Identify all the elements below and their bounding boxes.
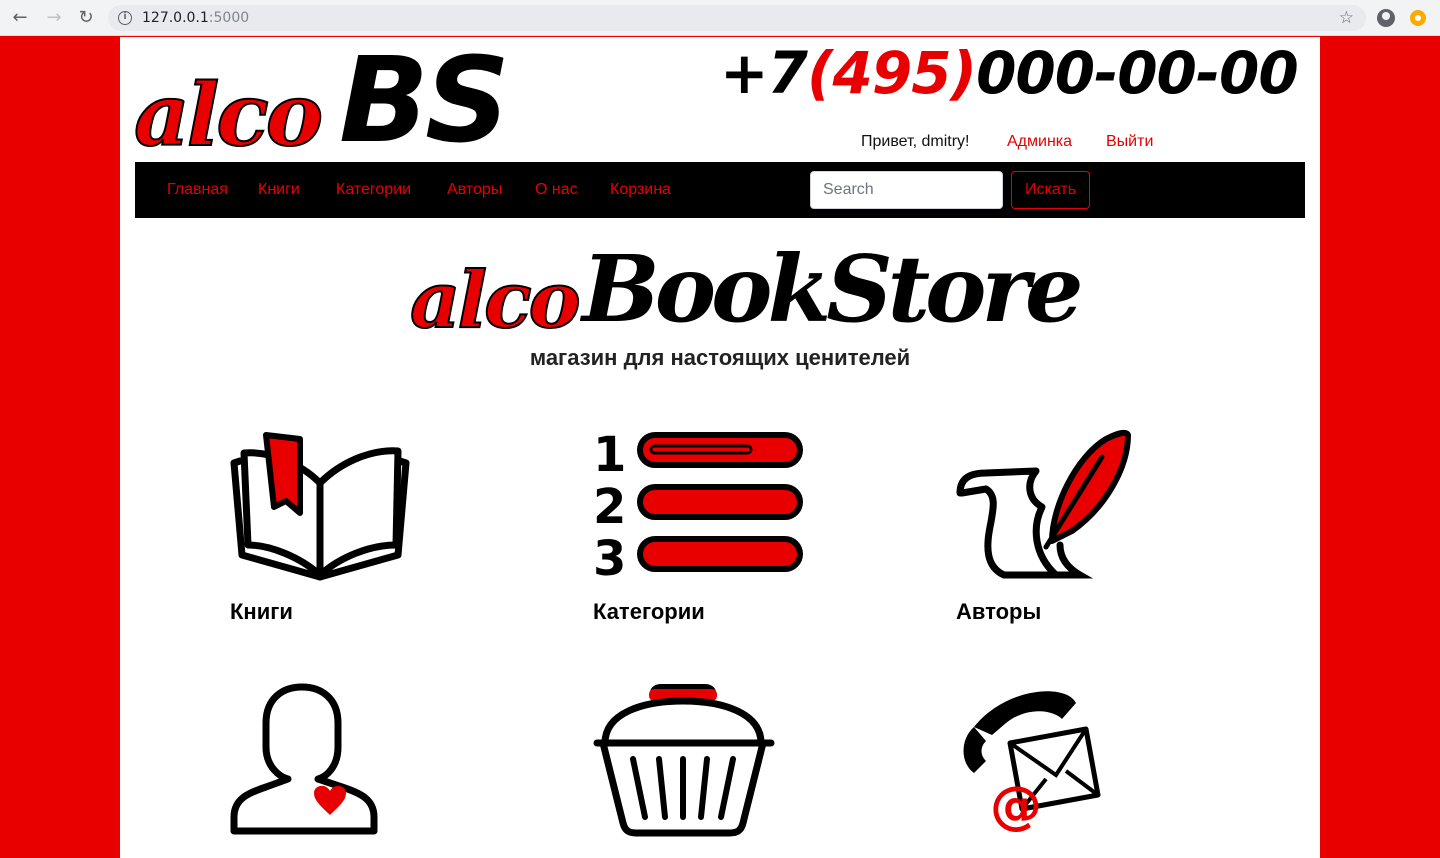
- nav-home[interactable]: Главная: [167, 181, 228, 199]
- hero-logo-alco: alco: [409, 254, 582, 347]
- basket-icon: [593, 684, 775, 837]
- search-button[interactable]: Искать: [1011, 171, 1090, 209]
- account-icon[interactable]: [1377, 9, 1395, 27]
- nav-about[interactable]: О нас: [535, 181, 578, 199]
- svg-text:3: 3: [593, 531, 626, 579]
- tile-authors-label: Авторы: [956, 599, 1042, 624]
- hero-logo-bookstore: BookStore: [582, 235, 1084, 343]
- numbered-list-icon: 1 2 3: [593, 429, 803, 579]
- nav-cart[interactable]: Корзина: [610, 181, 671, 199]
- reload-icon[interactable]: ↻: [76, 8, 96, 28]
- tile-account[interactable]: [230, 683, 380, 843]
- quill-scroll-icon: [956, 429, 1131, 579]
- contact-icon: @: [963, 691, 1101, 833]
- search-input[interactable]: [810, 171, 1003, 209]
- url-text: 127.0.0.1:5000: [142, 10, 250, 26]
- bookmark-star-icon[interactable]: ☆: [1339, 8, 1354, 28]
- nav-books[interactable]: Книги: [258, 181, 300, 199]
- logo-bs: BS: [339, 37, 510, 169]
- tile-books[interactable]: Книги: [230, 427, 420, 637]
- svg-text:@: @: [990, 776, 1042, 833]
- tile-categories-label: Категории: [593, 599, 705, 624]
- svg-text:1: 1: [593, 429, 626, 483]
- tile-books-label: Книги: [230, 599, 293, 624]
- tagline: магазин для настоящих ценителей: [529, 345, 911, 370]
- address-bar[interactable]: i 127.0.0.1:5000 ☆: [108, 5, 1366, 31]
- admin-link[interactable]: Админка: [1007, 133, 1072, 151]
- tile-cart[interactable]: [593, 683, 778, 843]
- logout-link[interactable]: Выйти: [1106, 133, 1153, 151]
- tile-categories[interactable]: 1 2 3 Категории: [593, 429, 813, 639]
- nav-authors[interactable]: Авторы: [447, 181, 502, 199]
- logo-alco: alco: [133, 64, 324, 167]
- tile-contact[interactable]: @: [956, 683, 1116, 843]
- open-book-icon: [230, 432, 410, 581]
- extension-icon[interactable]: [1410, 10, 1426, 26]
- svg-text:2: 2: [593, 479, 626, 535]
- main-navbar: Главная Книги Категории Авторы О нас Кор…: [135, 162, 1305, 218]
- back-icon[interactable]: ←: [10, 8, 30, 28]
- user-heart-icon: [230, 683, 378, 835]
- tile-authors[interactable]: Авторы: [956, 427, 1156, 637]
- browser-toolbar: ← → ↻ i 127.0.0.1:5000 ☆: [0, 0, 1440, 36]
- page-container: alco BS +7(495)000-00-00 Привет, dmitry!…: [120, 37, 1320, 858]
- user-greeting: Привет, dmitry!: [861, 133, 970, 150]
- forward-icon[interactable]: →: [44, 8, 64, 28]
- phone-number: +7(495)000-00-00: [720, 39, 1299, 107]
- info-icon[interactable]: i: [118, 11, 132, 25]
- nav-categories[interactable]: Категории: [336, 181, 411, 199]
